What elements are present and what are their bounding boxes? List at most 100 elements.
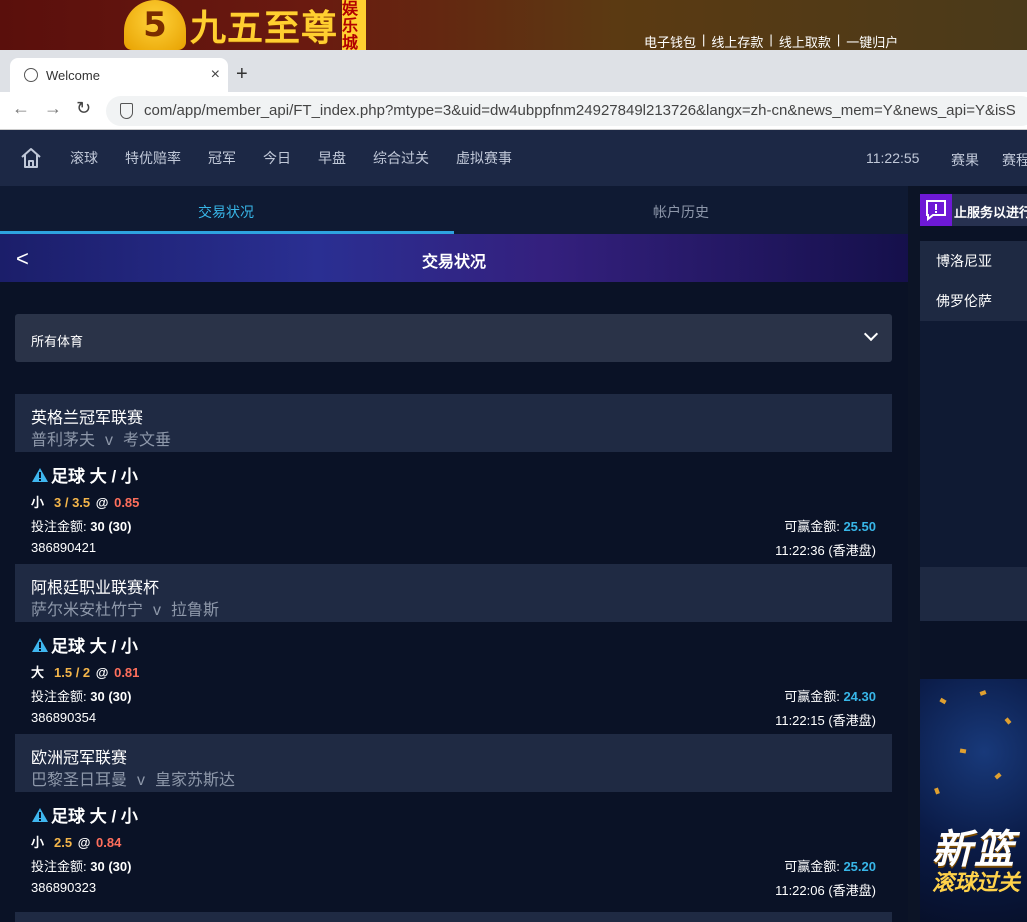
bet-odds: 0.81	[114, 665, 140, 680]
message-alert-icon	[920, 194, 952, 226]
selection-side: 小	[31, 835, 45, 850]
bet-selection: 小 2.5 @ 0.84	[31, 832, 121, 851]
bet-header: 英格兰冠军联赛 普利茅夫 v 考文垂	[15, 394, 892, 452]
vs-label: v	[137, 772, 146, 789]
bet-odds: 0.85	[114, 495, 140, 510]
home-team: 萨尔米安杜竹宁	[31, 602, 144, 619]
url-field[interactable]: com/app/member_api/FT_index.php?mtype=3&…	[106, 96, 1027, 126]
logo-badge: 5	[124, 0, 186, 50]
nav-item-today[interactable]: 今日	[263, 148, 291, 168]
logo-text: 九五至尊	[190, 8, 339, 49]
away-team: 皇家苏斯达	[155, 772, 236, 789]
win-value: 24.30	[843, 689, 876, 704]
bet-header: 阿根廷职业联赛杯 萨尔米安杜竹宁 v 拉鲁斯	[15, 564, 892, 622]
right-panel: 止服务以进行 博洛尼亚 佛罗伦萨 新篮 滚球过关	[920, 186, 1027, 922]
vs-label: v	[105, 432, 114, 449]
bet-time: 11:22:36 (香港盘)	[775, 543, 876, 558]
potential-win: 可赢金额: 25.20	[784, 856, 876, 875]
bet-header: 欧洲冠军联赛 巴黎圣日耳曼 v 皇家苏斯达	[15, 734, 892, 792]
forward-button[interactable]: →	[44, 98, 62, 119]
nav-item-inplay[interactable]: 滚球	[70, 148, 98, 168]
notice-bar[interactable]: 止服务以进行	[920, 194, 1027, 226]
home-icon[interactable]	[20, 147, 42, 169]
nav-item-early[interactable]: 早盘	[318, 148, 346, 168]
confetti-decoration	[1004, 717, 1012, 725]
page-title: 交易状况	[421, 254, 486, 271]
stake-label: 投注金额:	[31, 689, 87, 704]
next-bet-header	[15, 912, 892, 922]
bet-time: 11:22:15 (香港盘)	[775, 713, 876, 728]
bet-time: 11:22:06 (香港盘)	[775, 883, 876, 898]
stake-value: 30 (30)	[90, 689, 132, 704]
bet-odds: 0.84	[96, 835, 122, 850]
home-team: 巴黎圣日耳曼	[31, 772, 128, 789]
bet-selection: 小 3 / 3.5 @ 0.85	[31, 492, 139, 511]
stake-label: 投注金额:	[31, 519, 87, 534]
address-row: ← → ↻ com/app/member_api/FT_index.php?mt…	[0, 92, 1027, 130]
link-wallet[interactable]: 电子钱包	[644, 32, 696, 51]
confetti-decoration	[979, 690, 987, 696]
bet-market: 足球 大 / 小	[31, 802, 138, 827]
nav-item-parlay[interactable]: 综合过关	[373, 148, 429, 168]
notice-text: 止服务以进行	[954, 205, 1027, 220]
nav-item-schedule[interactable]: 赛程	[1002, 150, 1027, 170]
clock: 11:22:55	[866, 150, 920, 166]
link-separator: |	[702, 32, 706, 47]
close-tab-icon[interactable]: ×	[211, 66, 220, 84]
confetti-decoration	[994, 772, 1002, 780]
stake-amount: 投注金额: 30 (30)	[31, 856, 131, 875]
stake-value: 30 (30)	[90, 519, 132, 534]
selection-side: 小	[31, 495, 45, 510]
ticket-id: 386890421	[31, 540, 97, 555]
shield-icon[interactable]	[120, 103, 133, 119]
warning-icon	[32, 807, 48, 822]
stake-label: 投注金额:	[31, 859, 87, 874]
match-teams: 普利茅夫 v 考文垂	[31, 426, 171, 450]
league-name: 阿根廷职业联赛杯	[31, 580, 160, 597]
nav-item-outright[interactable]: 冠军	[208, 148, 236, 168]
bet-market: 足球 大 / 小	[31, 462, 138, 487]
side-match-item[interactable]: 博洛尼亚	[936, 251, 992, 271]
link-withdraw[interactable]: 线上取款	[779, 32, 831, 51]
browser-tab[interactable]: Welcome ×	[10, 58, 228, 92]
nav-items: 滚球 特优赔率 冠军 今日 早盘 综合过关 虚拟赛事	[70, 130, 539, 186]
win-label: 可赢金额:	[784, 859, 840, 874]
at-symbol: @	[77, 835, 91, 850]
nav-item-best-odds[interactable]: 特优赔率	[125, 148, 181, 168]
bet-market: 足球 大 / 小	[31, 632, 138, 657]
globe-icon	[24, 68, 38, 82]
reload-button[interactable]: ↻	[76, 98, 91, 119]
potential-win: 可赢金额: 24.30	[784, 686, 876, 705]
side-match-list: 博洛尼亚 佛罗伦萨	[920, 241, 1027, 321]
screen: 5 九五至尊 娱乐城 电子钱包 | 线上存款 | 线上取款 | 一键归户 Wel…	[0, 0, 1027, 922]
handicap-line: 3 / 3.5	[54, 495, 91, 510]
tab-transaction-status[interactable]: 交易状况	[198, 202, 254, 222]
league-name: 欧洲冠军联赛	[31, 750, 128, 767]
url-text: com/app/member_api/FT_index.php?mtype=3&…	[144, 102, 1016, 119]
site-logo[interactable]: 5 九五至尊 娱乐城	[124, 0, 367, 51]
warning-icon	[32, 467, 48, 482]
bet-selection: 大 1.5 / 2 @ 0.81	[31, 662, 139, 681]
away-team: 拉鲁斯	[171, 602, 220, 619]
sport-filter-select[interactable]: 所有体育	[15, 314, 892, 362]
stake-value: 30 (30)	[90, 859, 132, 874]
side-match-item[interactable]: 佛罗伦萨	[936, 291, 992, 311]
chevron-down-icon	[863, 326, 879, 342]
link-merge-account[interactable]: 一键归户	[846, 32, 898, 51]
league-name: 英格兰冠军联赛	[31, 410, 144, 427]
tab-account-history[interactable]: 帐户历史	[653, 202, 709, 222]
promo-banner[interactable]: 新篮 滚球过关	[920, 679, 1027, 922]
nav-item-virtual[interactable]: 虚拟赛事	[456, 148, 512, 168]
match-teams: 巴黎圣日耳曼 v 皇家苏斯达	[31, 766, 235, 790]
back-button[interactable]: ←	[12, 98, 30, 119]
market-label: 足球 大 / 小	[51, 467, 138, 486]
sport-filter-value: 所有体育	[31, 334, 84, 349]
away-team: 考文垂	[123, 432, 172, 449]
nav-item-results[interactable]: 赛果	[951, 150, 979, 170]
app-nav: 滚球 特优赔率 冠军 今日 早盘 综合过关 虚拟赛事 11:22:55 赛果 赛…	[0, 130, 1027, 186]
selection-side: 大	[31, 665, 45, 680]
market-label: 足球 大 / 小	[51, 807, 138, 826]
match-teams: 萨尔米安杜竹宁 v 拉鲁斯	[31, 596, 219, 620]
link-deposit[interactable]: 线上存款	[711, 32, 763, 51]
new-tab-button[interactable]: +	[236, 63, 248, 86]
